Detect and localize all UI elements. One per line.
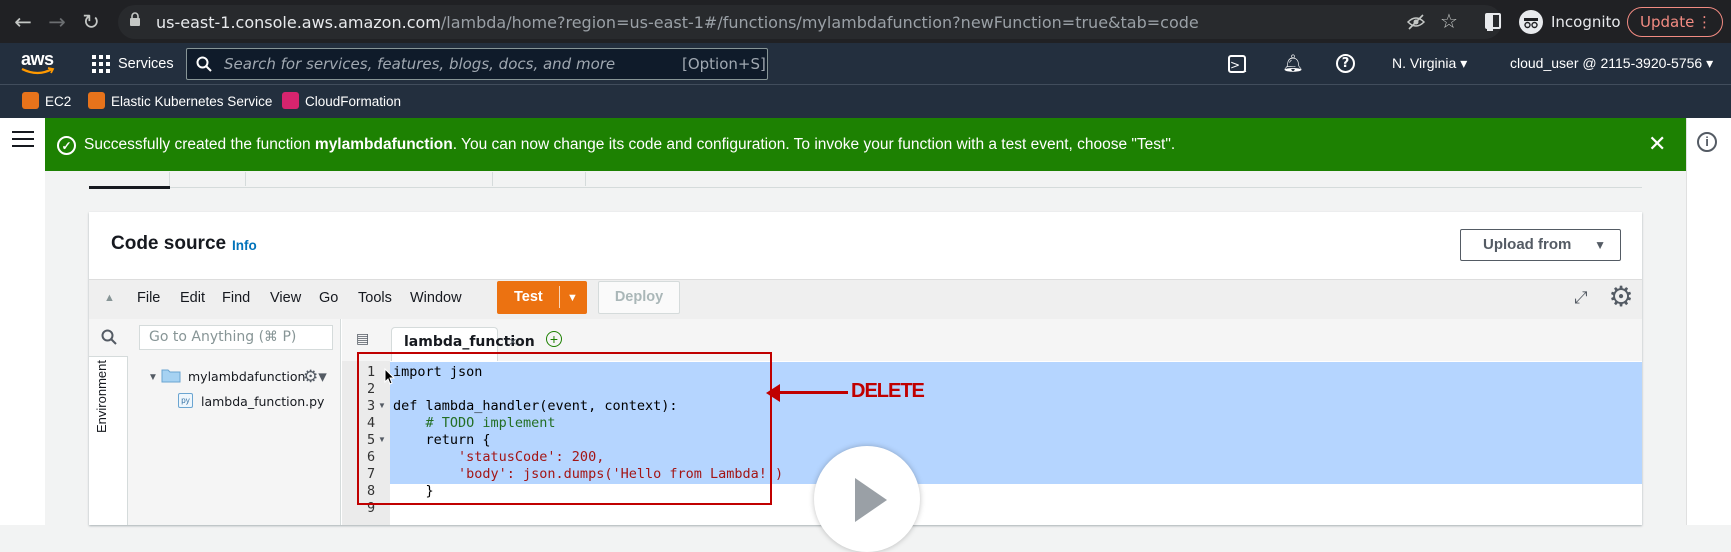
favorite-cloudformation[interactable]: CloudFormation: [282, 92, 401, 112]
goto-anything-placeholder: Go to Anything (⌘ P): [149, 329, 297, 345]
menu-edit[interactable]: Edit: [180, 290, 205, 306]
help-icon[interactable]: ?: [1336, 54, 1355, 73]
menu-find[interactable]: Find: [222, 290, 250, 306]
menu-view[interactable]: View: [270, 290, 301, 306]
folder-icon: [161, 367, 181, 383]
eye-off-icon[interactable]: [1406, 12, 1426, 32]
test-label: Test: [514, 289, 543, 305]
panel-toggle-icon[interactable]: ▤: [356, 331, 370, 347]
collapse-caret-icon[interactable]: ▲: [104, 292, 115, 304]
bell-icon[interactable]: 🔔︎: [1281, 52, 1305, 76]
right-tools-strip: [1686, 118, 1731, 525]
bookmark-star-icon[interactable]: ☆: [1440, 9, 1458, 33]
gear-icon[interactable]: ⚙: [1607, 283, 1635, 311]
update-label: Update: [1640, 13, 1695, 31]
success-check-icon: ✓: [57, 136, 76, 155]
forward-arrow-icon[interactable]: →: [44, 9, 70, 35]
eks-icon: [88, 92, 105, 109]
tab-divider: [585, 172, 586, 186]
aws-logo[interactable]: aws: [21, 49, 55, 75]
incognito-icon: [1519, 10, 1543, 34]
panel-title: Code source: [111, 233, 227, 254]
cloudshell-icon[interactable]: >_: [1228, 55, 1246, 73]
annotation-box: [357, 352, 772, 505]
back-arrow-icon[interactable]: ←: [10, 9, 36, 35]
left-navigation-strip: [0, 118, 45, 525]
account-menu[interactable]: cloud_user @ 2115-3920-5756 ▾: [1510, 55, 1713, 72]
folder-gear-icon[interactable]: ⚙▾: [303, 367, 327, 387]
environment-tab-label: Environment: [94, 360, 109, 433]
close-icon[interactable]: ✕: [1648, 132, 1666, 157]
annotation-arrow-line: [778, 391, 848, 394]
lock-icon: [130, 12, 140, 26]
search-placeholder: Search for services, features, blogs, do…: [224, 55, 616, 73]
success-message: Successfully created the function mylamb…: [84, 136, 1176, 153]
services-grid-icon[interactable]: [92, 55, 110, 73]
split-divider: [559, 286, 560, 308]
search-shortcut: [Option+S]: [682, 55, 766, 73]
tabs-underline: [89, 187, 1642, 188]
menu-window[interactable]: Window: [410, 290, 462, 306]
update-button[interactable]: Update ⋮: [1627, 7, 1723, 37]
tree-expand-caret-icon[interactable]: ▼: [148, 372, 158, 383]
kebab-menu-icon: ⋮: [1697, 13, 1712, 31]
fullscreen-icon[interactable]: ⤢: [1574, 288, 1596, 310]
menu-go[interactable]: Go: [319, 290, 338, 306]
info-panel-icon[interactable]: i: [1697, 132, 1717, 152]
tab-divider: [169, 172, 170, 186]
hamburger-menu-icon[interactable]: [12, 131, 34, 149]
tab-code-active-indicator: [89, 186, 170, 189]
new-tab-plus-icon[interactable]: +: [546, 331, 562, 347]
sidepanel-icon[interactable]: [1485, 13, 1501, 31]
url-text: us-east-1.console.aws.amazon.com/lambda/…: [156, 13, 1199, 32]
deploy-button[interactable]: Deploy: [598, 281, 680, 314]
menu-file[interactable]: File: [137, 290, 160, 306]
services-menu[interactable]: Services: [118, 52, 174, 76]
play-icon: [855, 478, 887, 522]
info-link[interactable]: Info: [232, 238, 257, 253]
favorite-ec2[interactable]: EC2: [22, 92, 71, 112]
reload-icon[interactable]: ↻: [78, 9, 104, 35]
cloudformation-icon: [282, 92, 299, 109]
menu-tools[interactable]: Tools: [358, 290, 392, 306]
tree-file[interactable]: lambda_function.py: [201, 394, 324, 409]
tree-folder[interactable]: mylambdafunction: [188, 369, 305, 384]
search-icon[interactable]: [101, 329, 117, 345]
tab-divider: [492, 172, 493, 186]
annotation-label: DELETE: [851, 380, 925, 402]
search-icon: [196, 56, 212, 72]
ec2-icon: [22, 92, 39, 109]
close-tab-icon[interactable]: ×: [509, 334, 517, 349]
python-file-icon: py: [178, 393, 193, 408]
caret-down-icon: ▼: [1594, 238, 1606, 252]
favorite-eks[interactable]: Elastic Kubernetes Service: [88, 92, 272, 112]
region-selector[interactable]: N. Virginia ▾: [1392, 55, 1467, 72]
test-dropdown-caret-icon[interactable]: ▼: [567, 292, 578, 304]
tab-divider: [245, 172, 246, 186]
upload-from-button[interactable]: Upload from ▼: [1460, 229, 1621, 261]
